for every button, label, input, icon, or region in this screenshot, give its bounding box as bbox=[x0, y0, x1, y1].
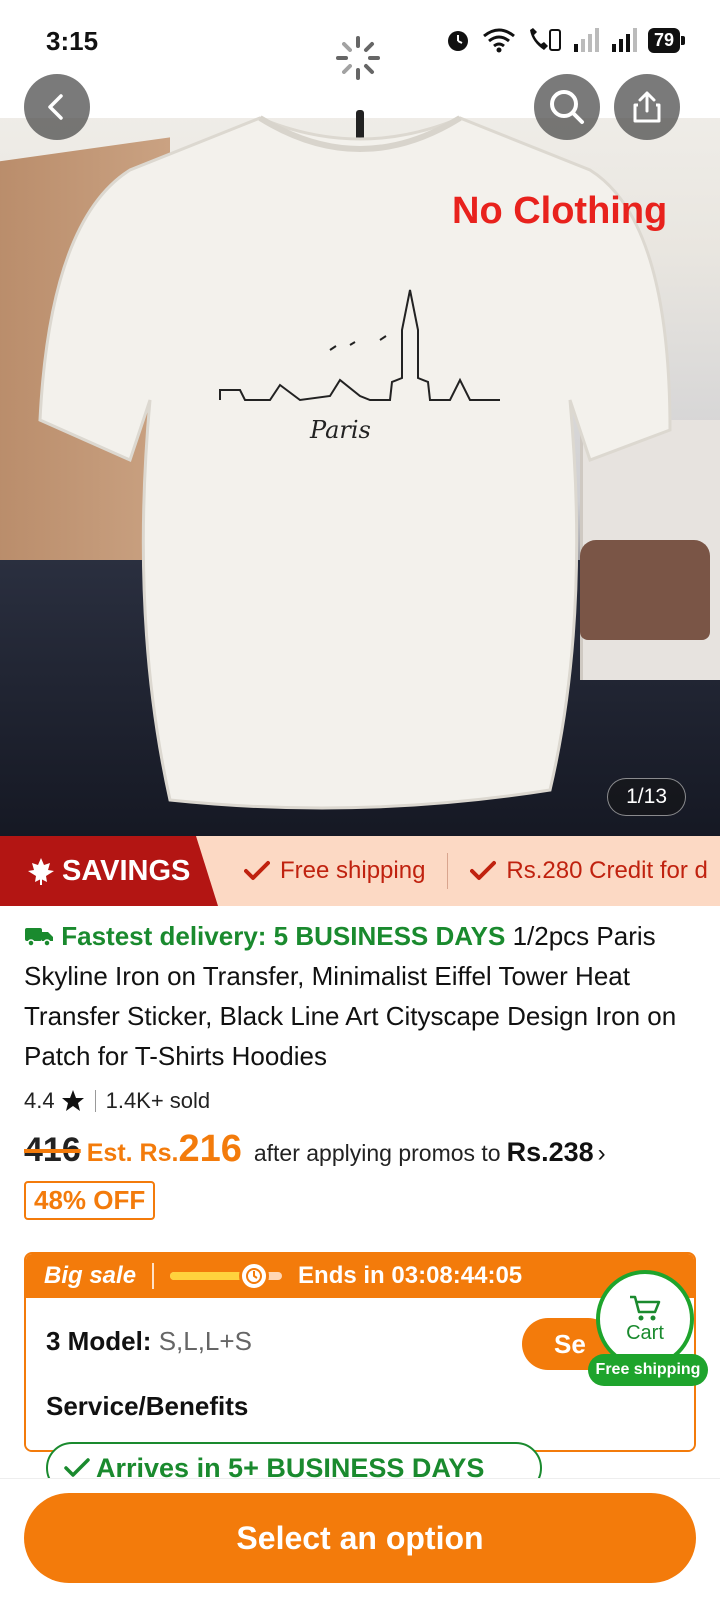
divider bbox=[447, 853, 449, 889]
star-icon bbox=[61, 1090, 84, 1111]
model-values: S,L,L+S bbox=[158, 1326, 252, 1356]
savings-item-free-shipping: Free shipping bbox=[244, 857, 425, 885]
back-button[interactable] bbox=[24, 74, 90, 140]
cart-icon bbox=[630, 1295, 661, 1320]
product-page: Paris No Clothing 1/13 3:15 79 SAVINGS F… bbox=[0, 0, 720, 1604]
image-counter: 1/13 bbox=[607, 778, 686, 816]
savings-label: SAVINGS bbox=[62, 854, 191, 887]
select-option-button[interactable]: Select an option bbox=[24, 1493, 696, 1583]
chevron-right-icon: › bbox=[597, 1140, 606, 1167]
search-icon bbox=[550, 90, 584, 124]
savings-tag: SAVINGS bbox=[0, 836, 218, 906]
divider bbox=[152, 1263, 155, 1289]
rating-value: 4.4 bbox=[24, 1088, 55, 1113]
search-button[interactable] bbox=[534, 74, 600, 140]
savings-item-label: Rs.280 Credit for d bbox=[506, 857, 708, 884]
product-image-gallery[interactable]: Paris No Clothing 1/13 bbox=[0, 0, 720, 836]
savings-items: Free shipping Rs.280 Credit for d bbox=[244, 836, 708, 906]
sale-progress-bar bbox=[170, 1261, 283, 1291]
check-icon bbox=[64, 1458, 90, 1477]
loading-spinner-icon bbox=[336, 36, 380, 80]
shirt-print-text: Paris bbox=[309, 416, 371, 444]
status-bar: 3:15 79 bbox=[0, 0, 720, 80]
free-shipping-badge: Free shipping bbox=[588, 1354, 708, 1386]
estimated-prefix: Est. Rs. bbox=[86, 1139, 179, 1167]
savings-item-credit: Rs.280 Credit for d bbox=[470, 857, 708, 885]
chevron-left-icon bbox=[48, 94, 63, 120]
price-row[interactable]: 416 Est. Rs. 216 after applying promos t… bbox=[24, 1128, 700, 1171]
service-benefits-heading: Service/Benefits bbox=[46, 1391, 249, 1421]
fastest-delivery-label: Fastest delivery: 5 BUSINESS DAYS bbox=[61, 921, 506, 951]
discount-badge: 48% OFF bbox=[24, 1181, 156, 1220]
sold-count: 1.4K+ sold bbox=[105, 1088, 211, 1113]
big-sale-card: Big sale Ends in 03:08:44:05 3 Model: S,… bbox=[24, 1252, 696, 1452]
share-button[interactable] bbox=[614, 74, 680, 140]
savings-item-label: Free shipping bbox=[280, 857, 426, 884]
status-time: 3:15 bbox=[46, 26, 99, 56]
check-icon bbox=[470, 861, 497, 880]
original-price: 416 bbox=[24, 1131, 81, 1169]
divider bbox=[94, 1090, 96, 1112]
cart-button[interactable]: Cart Free shipping bbox=[588, 1270, 708, 1386]
model-label: 3 Model: bbox=[46, 1326, 152, 1356]
rating-row[interactable]: 4.4 1.4K+ sold bbox=[24, 1088, 700, 1114]
wifi-icon bbox=[483, 28, 515, 53]
maple-leaf-icon bbox=[28, 858, 54, 885]
product-title[interactable]: Fastest delivery: 5 BUSINESS DAYS 1/2pcs… bbox=[24, 916, 700, 1076]
share-icon bbox=[633, 91, 661, 123]
cart-label: Cart bbox=[626, 1321, 664, 1344]
product-info: Fastest delivery: 5 BUSINESS DAYS 1/2pcs… bbox=[24, 916, 700, 1220]
promo-final-price: Rs.238 bbox=[506, 1137, 594, 1167]
check-icon bbox=[244, 861, 270, 880]
delivery-truck-icon bbox=[25, 928, 53, 947]
estimated-price: 216 bbox=[178, 1128, 242, 1170]
bottom-bar: Select an option bbox=[0, 1478, 720, 1604]
signal-weak-icon bbox=[573, 28, 599, 52]
sale-label: Big sale bbox=[44, 1262, 137, 1289]
savings-banner[interactable]: SAVINGS Free shipping Rs.280 Credit for … bbox=[0, 836, 720, 906]
status-icons: 79 bbox=[444, 26, 686, 54]
signal-icon bbox=[611, 28, 637, 52]
promo-text: after applying promos to bbox=[253, 1140, 501, 1166]
clock-icon bbox=[239, 1261, 270, 1291]
sale-header: Big sale Ends in 03:08:44:05 bbox=[26, 1254, 694, 1298]
alarm-icon bbox=[447, 31, 468, 51]
watermark-text: No Clothing bbox=[452, 190, 668, 232]
sale-countdown: Ends in 03:08:44:05 bbox=[298, 1262, 523, 1289]
battery-indicator: 79 bbox=[647, 27, 686, 53]
volte-call-icon bbox=[529, 28, 561, 51]
